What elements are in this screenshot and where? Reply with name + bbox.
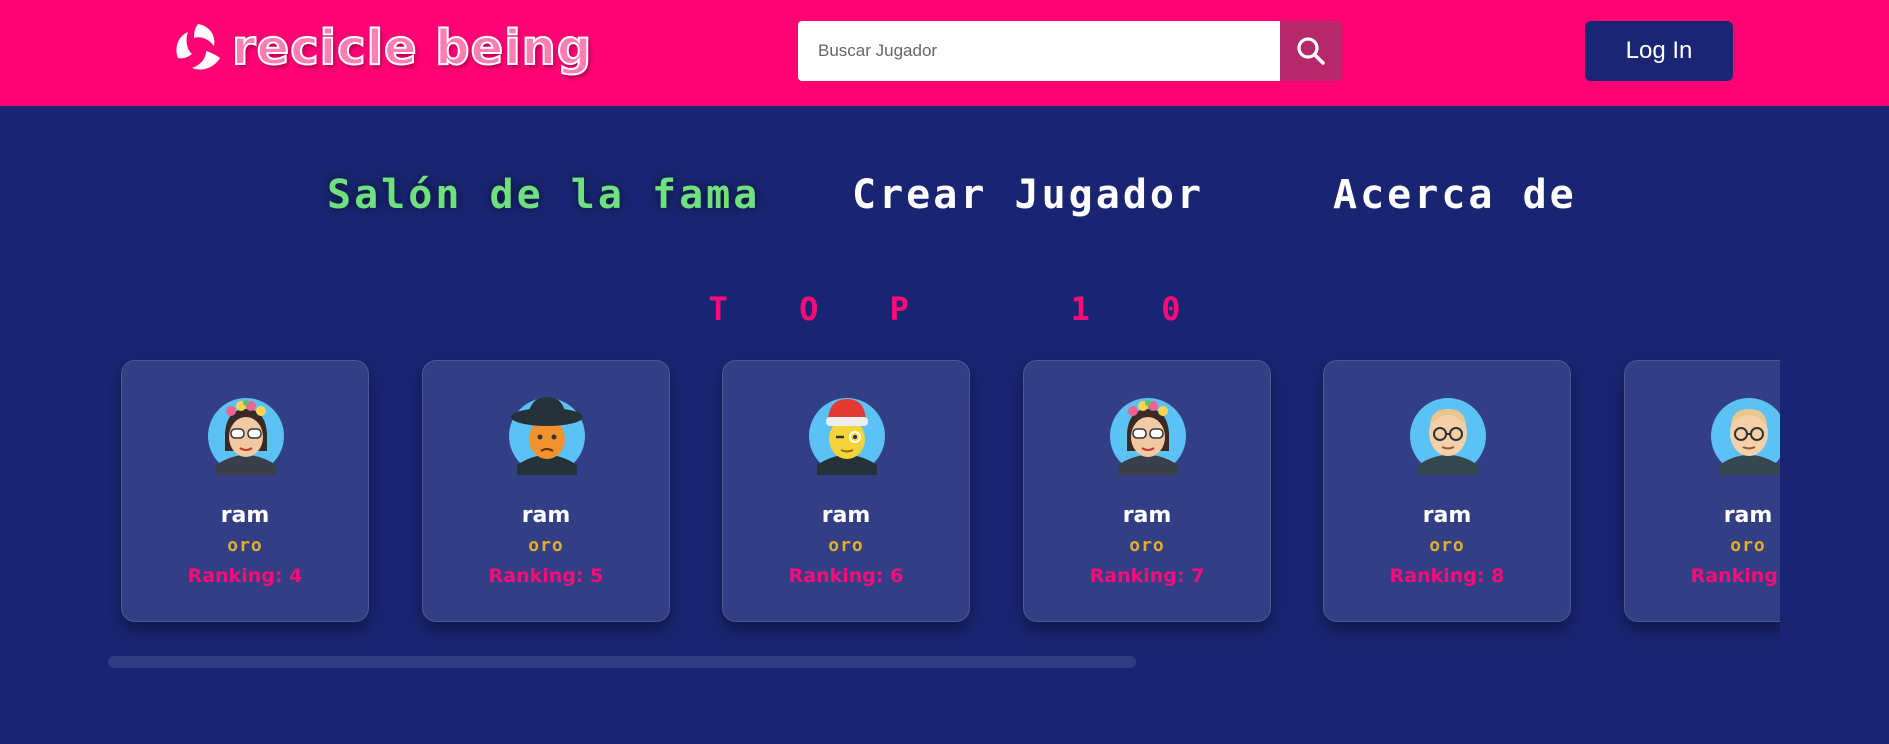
bald-man-glasses-icon: [1711, 398, 1780, 475]
player-ranking: Ranking: 8: [1389, 565, 1505, 587]
player-tier: oro: [528, 535, 564, 556]
logo[interactable]: recicle being: [170, 18, 592, 78]
main-content: Salón de la fama Crear Jugador Acerca de…: [0, 106, 1889, 744]
nav-create-player[interactable]: Crear Jugador: [852, 172, 1204, 218]
player-carousel[interactable]: ram oro Ranking: 4 ram oro Ranking: 5 ra…: [108, 346, 1780, 646]
man-black-hat-icon: [509, 397, 585, 475]
recycle-leaves-icon: [176, 24, 220, 70]
login-button[interactable]: Log In: [1585, 21, 1733, 81]
search-input[interactable]: [798, 21, 1280, 81]
nav-hall-of-fame[interactable]: Salón de la fama: [327, 172, 760, 218]
logo-text: recicle being: [231, 19, 593, 77]
player-tier: oro: [227, 535, 263, 556]
woman-flower-crown-sunglasses-icon: [1110, 398, 1186, 475]
bald-man-glasses-icon: [1410, 398, 1486, 475]
woman-flower-crown-sunglasses-icon: [208, 398, 284, 475]
carousel-scrollbar[interactable]: [108, 656, 1136, 668]
player-ranking: Ranking: 9: [1690, 565, 1780, 587]
player-tier: oro: [1730, 535, 1766, 556]
player-name: ram: [821, 503, 871, 528]
player-card[interactable]: ram oro Ranking: 7: [1023, 360, 1271, 622]
search-bar: [798, 21, 1342, 81]
player-card[interactable]: ram oro Ranking: 8: [1323, 360, 1571, 622]
player-card[interactable]: ram oro Ranking: 9: [1624, 360, 1780, 622]
player-ranking: Ranking: 5: [488, 565, 604, 587]
player-card[interactable]: ram oro Ranking: 5: [422, 360, 670, 622]
top-header: recicle being Log In: [0, 0, 1889, 106]
player-ranking: Ranking: 4: [187, 565, 303, 587]
player-tier: oro: [828, 535, 864, 556]
search-button[interactable]: [1280, 21, 1342, 81]
player-name: ram: [1422, 503, 1472, 528]
player-name: ram: [1723, 503, 1773, 528]
player-ranking: Ranking: 7: [1089, 565, 1205, 587]
nav-about[interactable]: Acerca de: [1333, 172, 1577, 218]
man-red-beanie-monocle-icon: [809, 398, 885, 475]
player-tier: oro: [1129, 535, 1165, 556]
player-name: ram: [521, 503, 571, 528]
section-title: T O P 1 0: [708, 290, 1207, 328]
player-card[interactable]: ram oro Ranking: 6: [722, 360, 970, 622]
player-name: ram: [1122, 503, 1172, 528]
search-icon: [1297, 37, 1325, 65]
player-tier: oro: [1429, 535, 1465, 556]
player-ranking: Ranking: 6: [788, 565, 904, 587]
player-card[interactable]: ram oro Ranking: 4: [121, 360, 369, 622]
player-name: ram: [220, 503, 270, 528]
